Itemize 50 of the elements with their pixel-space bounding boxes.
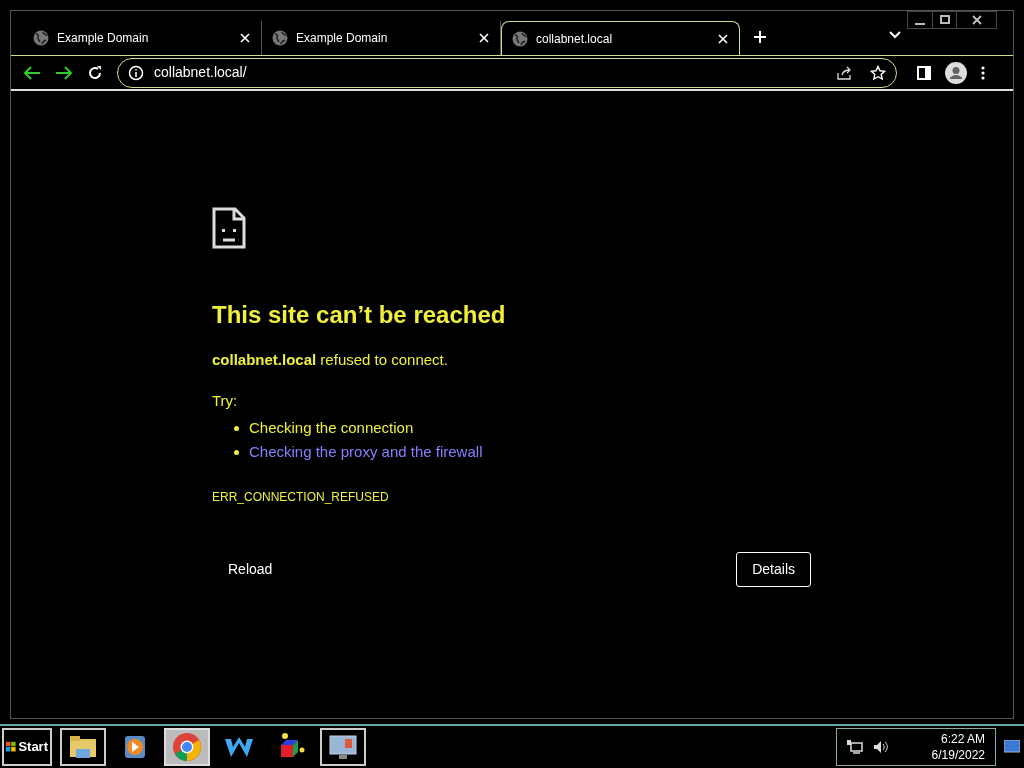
bullet-icon (234, 425, 239, 431)
try-label: Try: (212, 390, 239, 411)
error-message: collabnet.local refused to connect. (212, 350, 449, 370)
browser-tab[interactable]: Example Domain (262, 21, 501, 55)
reload-icon[interactable] (87, 64, 103, 81)
browser-tab[interactable]: collabnet.local (501, 21, 740, 55)
taskbar-app-button[interactable] (60, 728, 106, 766)
error-code: ERR_CONNECTION_REFUSED (212, 489, 390, 506)
tab-search-icon[interactable] (889, 31, 901, 39)
sad-page-icon (212, 207, 246, 249)
close-icon (479, 33, 489, 43)
windows-logo-icon (6, 740, 17, 754)
forward-icon[interactable] (55, 64, 73, 81)
volume-icon[interactable] (873, 740, 889, 754)
taskbar-app-button[interactable] (320, 728, 366, 766)
start-button[interactable]: Start (2, 728, 52, 766)
clock-time: 6:22 AM (940, 731, 985, 747)
suggestion-link[interactable]: Checking the proxy and the firewall (249, 440, 483, 464)
reload-button[interactable]: Reload (212, 553, 289, 586)
star-icon[interactable] (870, 64, 886, 81)
minimize-icon (915, 22, 925, 25)
info-icon (128, 64, 144, 81)
side-panel-icon[interactable] (917, 65, 931, 80)
menu-icon[interactable] (981, 65, 985, 80)
clock-date: 6/19/2022 (931, 747, 985, 763)
globe-icon (272, 30, 288, 46)
show-desktop-icon[interactable] (1004, 740, 1020, 754)
share-icon[interactable] (836, 64, 852, 81)
tab-title: collabnet.local (536, 30, 614, 48)
tab-close-button[interactable] (717, 32, 729, 45)
tab-title: Example Domain (57, 30, 150, 47)
close-icon (240, 33, 250, 43)
details-button[interactable]: Details (736, 552, 811, 587)
globe-icon (33, 30, 49, 46)
back-icon[interactable] (23, 64, 41, 81)
suggestion-text: Checking the connection (249, 417, 414, 438)
close-icon (718, 33, 728, 44)
error-heading: This site can’t be reached (212, 300, 507, 330)
close-icon (971, 15, 982, 25)
network-icon[interactable] (847, 740, 863, 754)
chrome-icon (171, 731, 203, 763)
tab-close-button[interactable] (478, 32, 490, 44)
tab-close-button[interactable] (239, 32, 251, 44)
bullet-icon (234, 449, 239, 455)
globe-icon (512, 30, 528, 47)
browser-tab[interactable]: Example Domain (23, 21, 262, 55)
tab-title: Example Domain (296, 30, 389, 47)
url-text: collabnet.local/ (154, 63, 248, 82)
maximize-icon (939, 15, 950, 25)
profile-icon[interactable] (945, 61, 967, 84)
